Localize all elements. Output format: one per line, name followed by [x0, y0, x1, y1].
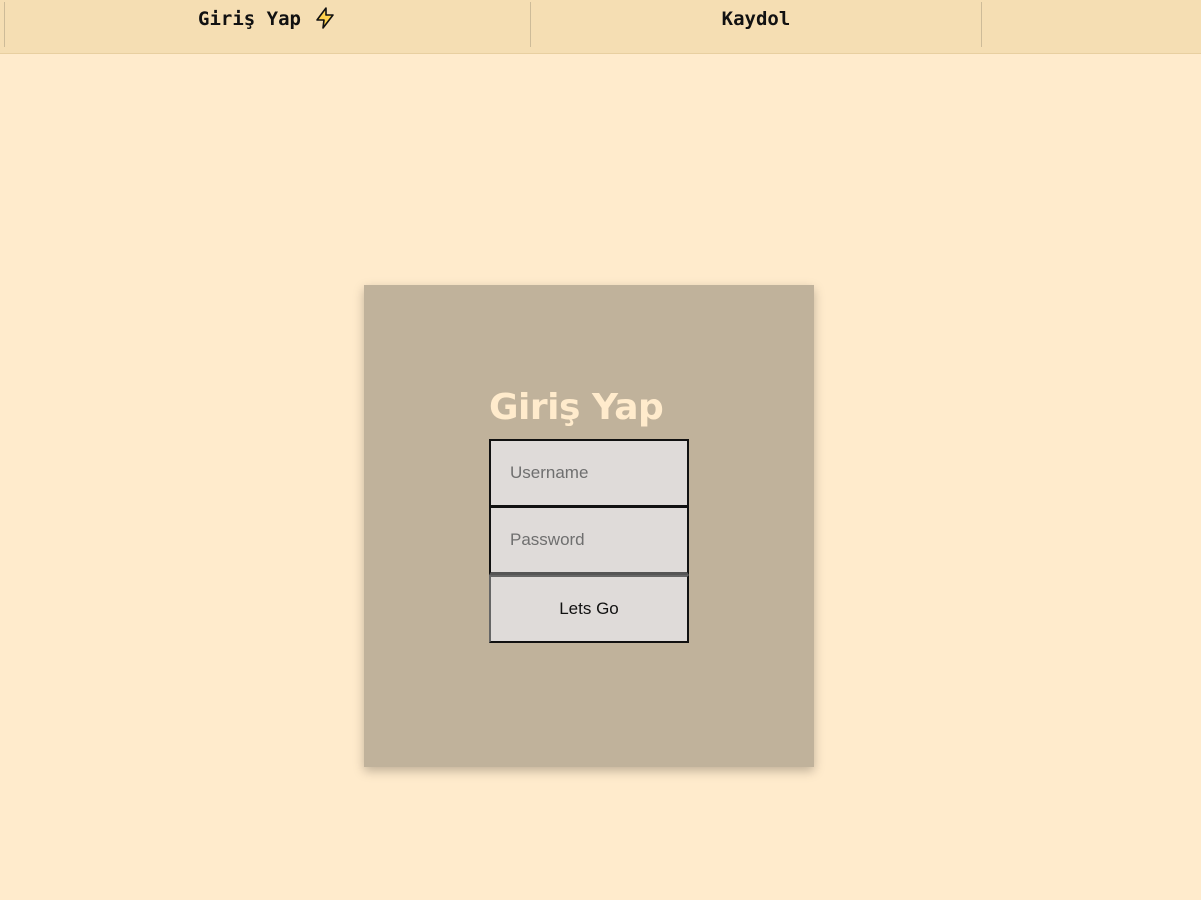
login-form: Giriş Yap Lets Go — [489, 383, 689, 643]
login-card: Giriş Yap Lets Go — [364, 285, 814, 767]
top-navigation: Giriş Yap Kaydol — [0, 0, 1201, 54]
lightning-icon — [313, 6, 337, 30]
login-title: Giriş Yap — [489, 387, 664, 428]
password-input[interactable] — [489, 507, 689, 575]
tab-divider — [981, 2, 982, 47]
username-input[interactable] — [489, 439, 689, 507]
tab-login[interactable]: Giriş Yap — [5, 2, 530, 47]
tab-register-label: Kaydol — [721, 8, 791, 30]
submit-button[interactable]: Lets Go — [489, 575, 689, 643]
tab-login-label: Giriş Yap — [198, 8, 301, 30]
tab-register[interactable]: Kaydol — [531, 2, 981, 47]
